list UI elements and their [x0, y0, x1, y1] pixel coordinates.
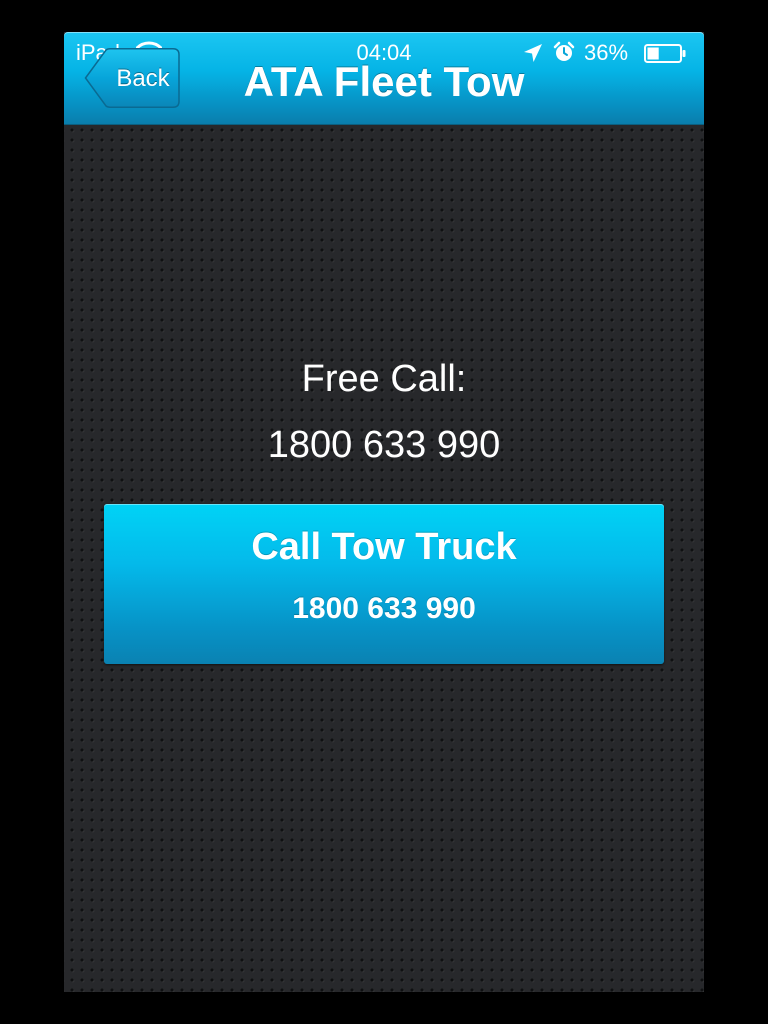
call-button-title: Call Tow Truck — [251, 526, 517, 568]
free-call-number: 1800 633 990 — [267, 424, 501, 466]
app-screen: iPad 04:04 36% Back ATA Fleet Tow Free C… — [64, 32, 704, 992]
free-call-label: Free Call: — [301, 358, 467, 400]
call-tow-truck-button[interactable]: Call Tow Truck 1800 633 990 — [104, 504, 664, 664]
call-button-number: 1800 633 990 — [292, 592, 476, 625]
main-content: Free Call: 1800 633 990 Call Tow Truck 1… — [64, 124, 704, 992]
page-title: ATA Fleet Tow — [243, 58, 525, 105]
navigation-bar: iPad 04:04 36% Back ATA Fleet Tow — [64, 32, 704, 124]
